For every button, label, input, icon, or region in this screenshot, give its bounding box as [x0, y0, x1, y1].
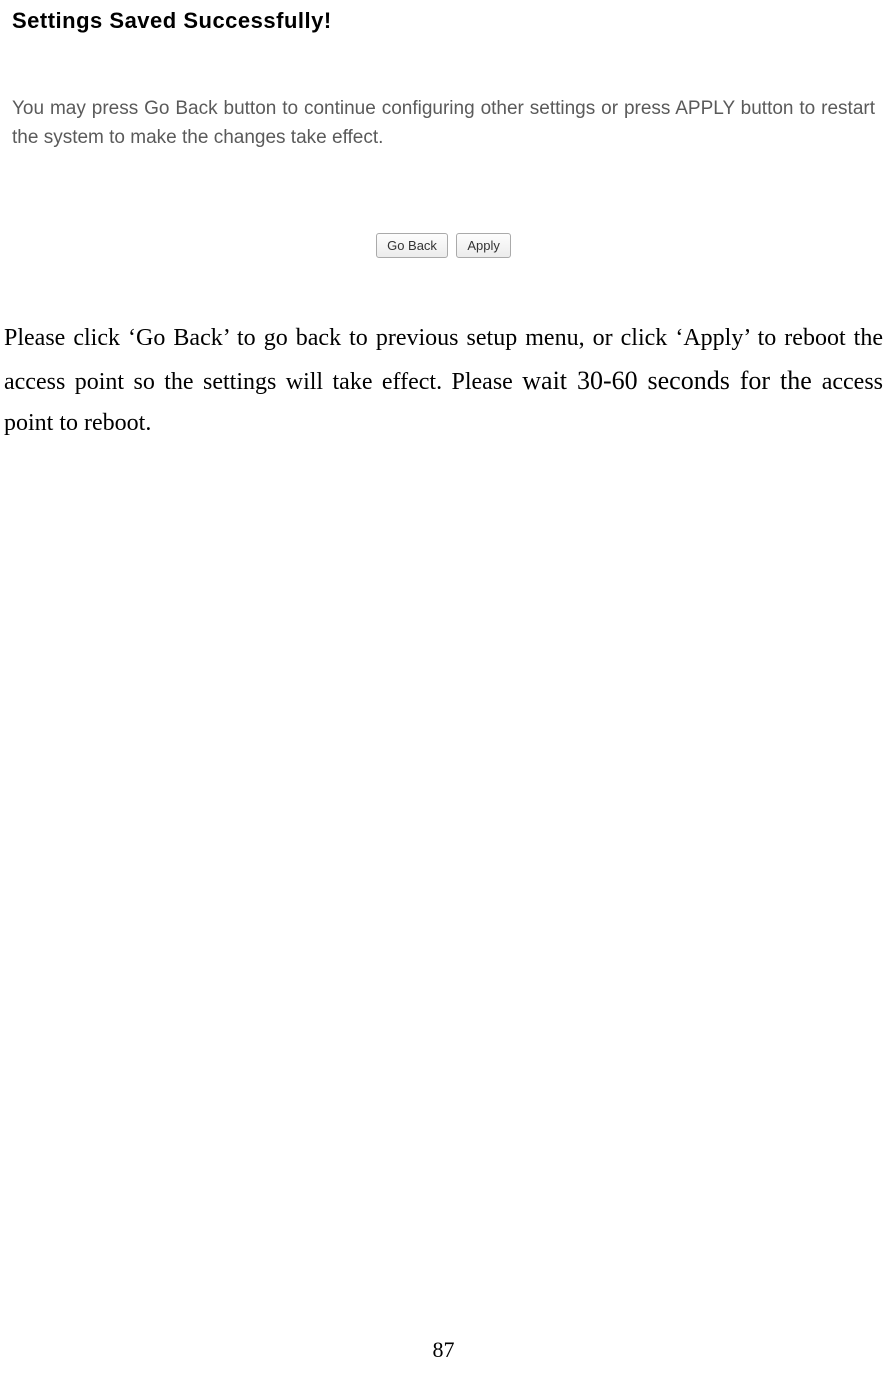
doc-text-emphasis: wait 30-60 seconds for the	[522, 366, 821, 395]
settings-saved-info-text: You may press Go Back button to continue…	[12, 94, 875, 153]
page-number: 87	[0, 1337, 887, 1363]
go-back-button[interactable]: Go Back	[376, 233, 448, 258]
document-instruction-paragraph: Please click ‘Go Back’ to go back to pre…	[0, 318, 887, 444]
apply-button[interactable]: Apply	[456, 233, 511, 258]
settings-saved-title: Settings Saved Successfully!	[12, 8, 875, 34]
button-row: Go Back Apply	[12, 233, 875, 258]
settings-saved-screenshot: Settings Saved Successfully! You may pre…	[0, 0, 887, 258]
